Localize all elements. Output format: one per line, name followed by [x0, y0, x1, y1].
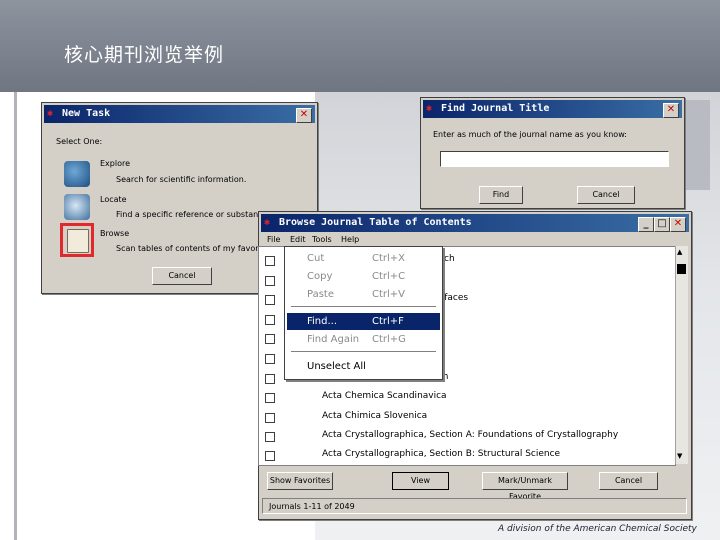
find-journal-title: Find Journal Title — [441, 103, 550, 114]
magnifier-icon[interactable] — [64, 194, 90, 220]
new-task-title: New Task — [62, 108, 111, 119]
menu-file[interactable]: File — [267, 235, 280, 244]
list-item[interactable]: Acta Crystallographica, Section B: Struc… — [259, 448, 675, 462]
checkbox[interactable] — [265, 432, 275, 442]
menu-item-unselect-all[interactable]: Unselect All — [287, 358, 440, 375]
status-bar: Journals 1-11 of 2049 — [262, 498, 687, 514]
slide-banner: 核心期刊浏览举例 — [0, 0, 720, 92]
option-explore-desc: Search for scientific information. — [116, 175, 247, 184]
menu-edit[interactable]: Edit — [290, 235, 306, 244]
browse-toc-titlebar[interactable]: ✱ Browse Journal Table of Contents _ □ ✕ — [261, 214, 689, 232]
option-browse[interactable]: Browse — [100, 229, 129, 238]
left-strip — [14, 92, 17, 540]
menu-item-cut[interactable]: Cut Ctrl+X — [287, 250, 440, 267]
find-journal-titlebar[interactable]: ✱ Find Journal Title ✕ — [423, 100, 682, 118]
menu-item-paste[interactable]: Paste Ctrl+V — [287, 286, 440, 303]
find-prompt: Enter as much of the journal name as you… — [433, 130, 627, 139]
binoculars-icon[interactable] — [64, 161, 90, 187]
minimize-icon[interactable]: _ — [638, 217, 654, 232]
row-text: Acta Chemica Scandinavica — [322, 391, 447, 401]
app-icon: ✱ — [426, 103, 433, 114]
menu-bar: File Edit Tools Help — [261, 233, 689, 246]
scroll-up-icon[interactable]: ▲ — [677, 248, 682, 256]
option-locate[interactable]: Locate — [100, 195, 127, 204]
scroll-down-icon[interactable]: ▼ — [677, 452, 682, 460]
close-icon[interactable]: ✕ — [296, 108, 312, 123]
toc-cancel-button[interactable]: Cancel — [599, 472, 658, 490]
row-text: Acta Crystallographica, Section B: Struc… — [322, 449, 561, 459]
checkbox[interactable] — [265, 451, 275, 461]
list-item[interactable]: Acta Chimica Slovenica — [259, 410, 675, 424]
checkbox[interactable] — [265, 276, 275, 286]
show-favorites-button[interactable]: Show Favorites — [267, 472, 333, 490]
edit-menu: Cut Ctrl+X Copy Ctrl+C Paste Ctrl+V Find...… — [284, 246, 443, 380]
checkbox[interactable] — [265, 256, 275, 266]
menu-help[interactable]: Help — [341, 235, 359, 244]
menu-item-copy[interactable]: Copy Ctrl+C — [287, 268, 440, 285]
browse-toc-title: Browse Journal Table of Contents — [279, 217, 472, 228]
scroll-thumb[interactable] — [677, 264, 686, 274]
view-button[interactable]: View — [392, 472, 449, 490]
close-icon[interactable]: ✕ — [670, 217, 686, 232]
menu-item-find[interactable]: Find... Ctrl+F — [287, 313, 440, 330]
list-item[interactable]: Acta Chemica Scandinavica — [259, 390, 675, 404]
vertical-scrollbar[interactable]: ▲ ▼ — [675, 246, 688, 464]
slide-title: 核心期刊浏览举例 — [64, 44, 225, 66]
book-icon[interactable] — [67, 229, 89, 253]
option-explore[interactable]: Explore — [100, 159, 130, 168]
menu-separator — [291, 351, 436, 353]
menu-item-find-again[interactable]: Find Again Ctrl+G — [287, 331, 440, 348]
maximize-icon[interactable]: □ — [654, 217, 670, 232]
footer-text: A division of the American Chemical Soci… — [498, 524, 697, 534]
mark-favorite-button[interactable]: Mark/Unmark Favorite — [482, 472, 568, 501]
select-label: Select One: — [56, 137, 103, 146]
list-item[interactable]: Acta Crystallographica, Section A: Found… — [259, 429, 675, 443]
checkbox[interactable] — [265, 334, 275, 344]
find-cancel-button[interactable]: Cancel — [577, 186, 635, 204]
app-icon: ✱ — [264, 217, 271, 228]
find-button[interactable]: Find — [479, 186, 523, 204]
menu-tools[interactable]: Tools — [312, 235, 332, 244]
option-locate-desc: Find a specific reference or substance — [116, 210, 268, 219]
row-text: Acta Chimica Slovenica — [322, 411, 428, 421]
checkbox[interactable] — [265, 413, 275, 423]
option-browse-desc: Scan tables of contents of my favorite — [116, 244, 269, 253]
checkbox[interactable] — [265, 295, 275, 305]
checkbox[interactable] — [265, 374, 275, 384]
close-icon[interactable]: ✕ — [663, 103, 679, 118]
checkbox[interactable] — [265, 393, 275, 403]
app-icon: ✱ — [47, 108, 54, 119]
checkbox[interactable] — [265, 354, 275, 364]
menu-separator — [291, 306, 436, 308]
cancel-button[interactable]: Cancel — [152, 267, 212, 285]
new-task-titlebar[interactable]: ✱ New Task ✕ — [44, 105, 315, 123]
checkbox[interactable] — [265, 315, 275, 325]
journal-name-input[interactable] — [440, 151, 669, 167]
row-text: Acta Crystallographica, Section A: Found… — [322, 430, 619, 440]
